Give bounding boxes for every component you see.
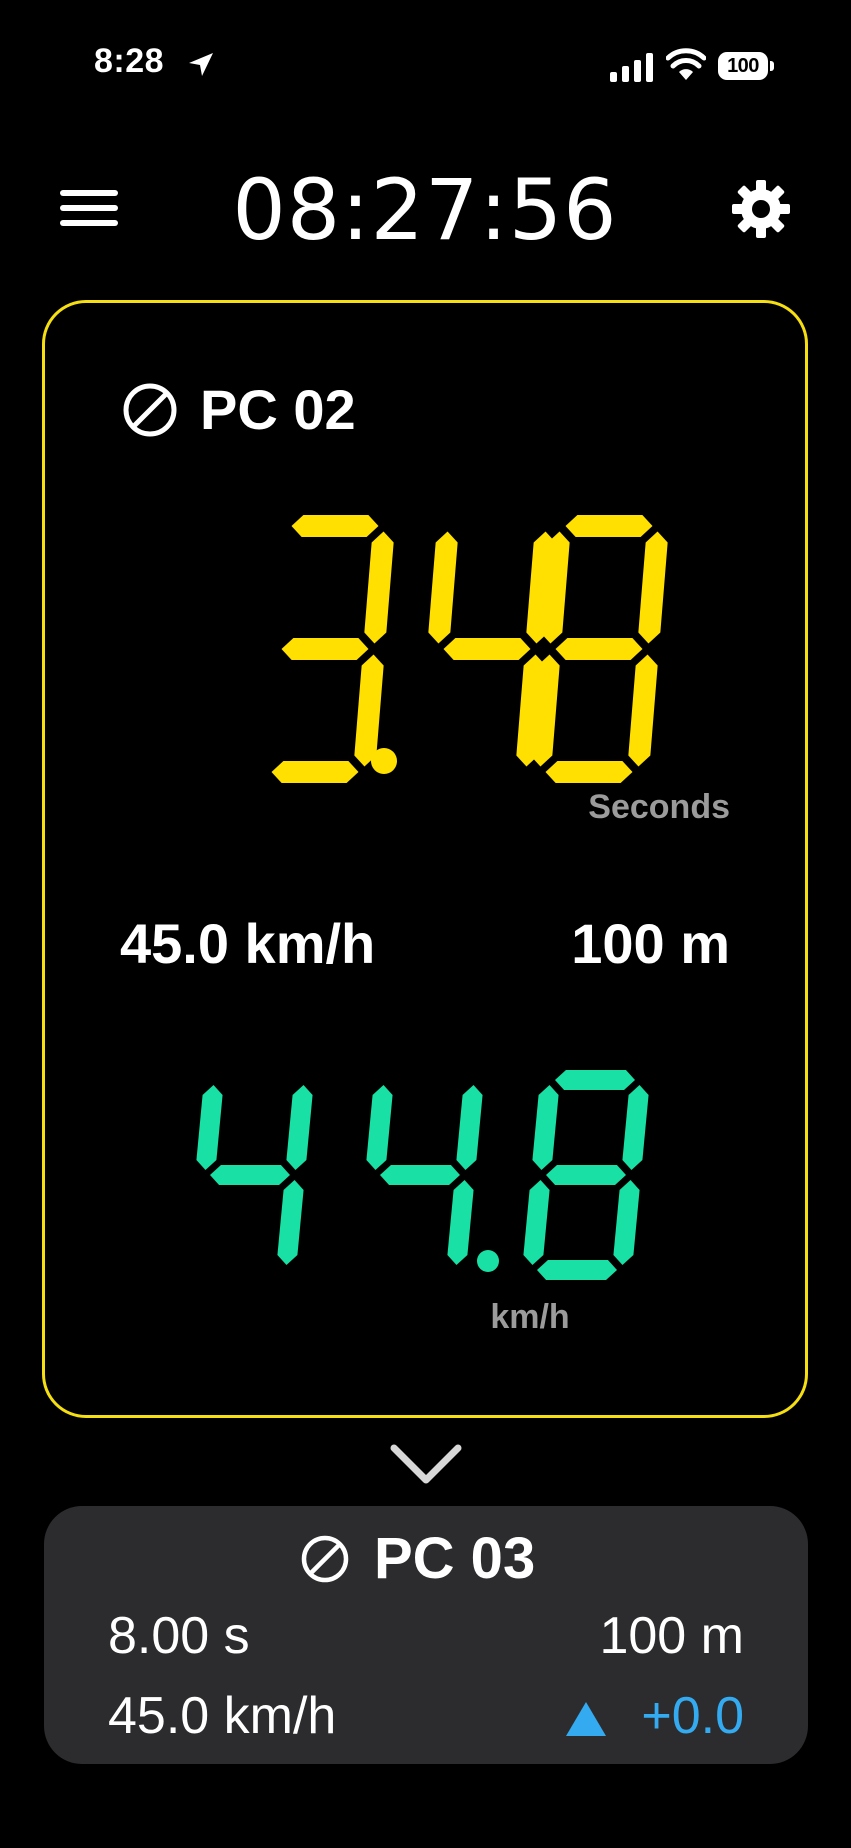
cellular-signal-icon <box>610 53 653 82</box>
segment-distance: 100 m <box>571 912 730 975</box>
next-pc-label: PC 03 <box>374 1526 536 1591</box>
next-pc-time: 8.00 s <box>108 1607 250 1665</box>
location-arrow-icon <box>189 53 213 76</box>
prohibited-icon <box>123 383 177 437</box>
current-pc-card <box>42 300 808 1418</box>
seconds-unit-label: Seconds <box>588 788 730 826</box>
battery-level: 100 <box>718 52 768 80</box>
battery-indicator: 100 <box>718 52 774 80</box>
wifi-icon <box>666 48 706 80</box>
speed-unit-label: km/h <box>490 1298 570 1336</box>
next-pc-delta: +0.0 <box>641 1687 744 1745</box>
target-speed: 45.0 km/h <box>120 912 376 975</box>
hamburger-icon[interactable] <box>60 188 120 232</box>
chevron-down-icon[interactable] <box>388 1440 464 1488</box>
current-pc-label: PC 02 <box>200 378 356 441</box>
gear-icon[interactable] <box>730 178 792 240</box>
next-pc-speed: 45.0 km/h <box>108 1687 337 1745</box>
prohibited-icon <box>301 1535 349 1583</box>
next-pc-distance: 100 m <box>599 1607 744 1665</box>
current-clock: 08:27:56 <box>232 161 618 259</box>
status-bar-time: 8:28 <box>94 42 165 80</box>
